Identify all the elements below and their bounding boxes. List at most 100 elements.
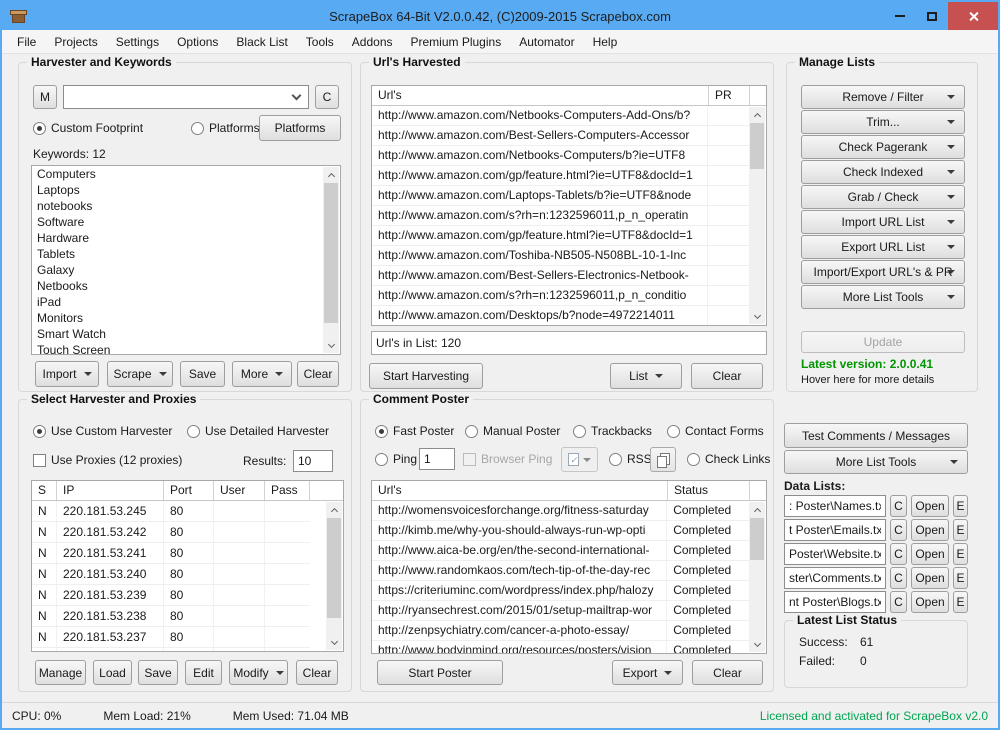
m-button[interactable]: M (33, 85, 57, 109)
platforms-radio[interactable]: Platforms (191, 121, 260, 135)
fast-poster-radio[interactable]: Fast Poster (375, 424, 454, 438)
menu-item[interactable]: Automator (510, 32, 583, 52)
open-button[interactable]: Open (911, 495, 949, 517)
export-button[interactable]: Export (612, 660, 683, 685)
url-row[interactable]: http://www.amazon.com/Netbooks-Computers… (372, 146, 749, 166)
c-button[interactable]: C (890, 567, 907, 589)
e-button[interactable]: E (953, 567, 968, 589)
user-column-header[interactable]: User (214, 481, 265, 500)
more-keywords-button[interactable]: More (232, 361, 292, 387)
footprint-input[interactable] (64, 90, 293, 104)
scroll-down-icon[interactable] (749, 637, 765, 652)
e-button[interactable]: E (953, 543, 968, 565)
poster-row[interactable]: http://womensvoicesforchange.org/fitness… (372, 501, 749, 521)
rss-radio[interactable]: RSS (609, 452, 652, 466)
clear-proxies-button[interactable]: Clear (296, 660, 338, 685)
c-button[interactable]: C (315, 85, 339, 109)
footprint-combobox[interactable] (63, 85, 309, 109)
menu-item[interactable]: Projects (45, 32, 106, 52)
poster-row[interactable]: http://kimb.me/why-you-should-always-run… (372, 521, 749, 541)
radio-icon[interactable] (191, 122, 204, 135)
keyword-item[interactable]: Galaxy (32, 262, 323, 278)
radio-icon[interactable] (33, 425, 46, 438)
data-list-path-input[interactable] (784, 567, 886, 589)
custom-harvester-radio[interactable]: Use Custom Harvester (33, 424, 172, 438)
poster-row[interactable]: http://zenpsychiatry.com/cancer-a-photo-… (372, 621, 749, 641)
urls-column-header[interactable]: Url's (372, 86, 709, 105)
menu-item[interactable]: File (8, 32, 45, 52)
clear-keywords-button[interactable]: Clear (297, 361, 339, 387)
url-row[interactable]: http://www.amazon.com/s?rh=n:1232596011,… (372, 206, 749, 226)
proxy-row[interactable]: N 220.181.53.245 80 (32, 501, 326, 522)
browser-ping-options-button[interactable] (561, 447, 598, 472)
detailed-harvester-radio[interactable]: Use Detailed Harvester (187, 424, 329, 438)
status-column-header[interactable]: Status (668, 481, 750, 500)
save-proxies-button[interactable]: Save (138, 660, 178, 685)
radio-icon[interactable] (187, 425, 200, 438)
manage-lists-button[interactable]: Trim... (801, 110, 965, 134)
list-button[interactable]: List (610, 363, 682, 389)
keyword-item[interactable]: Laptops (32, 182, 323, 198)
keyword-item[interactable]: Touch Screen (32, 342, 323, 354)
keywords-scrollbar[interactable] (323, 167, 339, 353)
proxy-row[interactable]: N 220.181.53.236 80 (32, 648, 326, 652)
menu-item[interactable]: Addons (343, 32, 402, 52)
e-button[interactable]: E (953, 591, 968, 613)
manage-lists-button[interactable]: Import URL List (801, 210, 965, 234)
proxy-row[interactable]: N 220.181.53.240 80 (32, 564, 326, 585)
proxy-row[interactable]: N 220.181.53.238 80 (32, 606, 326, 627)
more-list-tools-button[interactable]: More List Tools (784, 450, 968, 474)
use-proxies-checkbox[interactable]: Use Proxies (12 proxies) (33, 453, 182, 467)
scroll-thumb[interactable] (324, 183, 338, 323)
keywords-listbox[interactable]: ComputersLaptopsnotebooksSoftwareHardwar… (31, 165, 341, 355)
manual-poster-radio[interactable]: Manual Poster (465, 424, 560, 438)
clear-poster-button[interactable]: Clear (692, 660, 763, 685)
manage-lists-button[interactable]: Remove / Filter (801, 85, 965, 109)
urls-column-header[interactable]: Url's (372, 481, 668, 500)
c-button[interactable]: C (890, 495, 907, 517)
proxies-scrollbar[interactable] (326, 502, 342, 650)
radio-icon[interactable] (375, 453, 388, 466)
radio-icon[interactable] (465, 425, 478, 438)
url-row[interactable]: http://www.amazon.com/Laptops-Tablets/b?… (372, 186, 749, 206)
scroll-down-icon[interactable] (749, 309, 765, 324)
keyword-item[interactable]: Monitors (32, 310, 323, 326)
scroll-thumb[interactable] (327, 518, 341, 618)
menu-item[interactable]: Premium Plugins (402, 32, 511, 52)
keyword-item[interactable]: Software (32, 214, 323, 230)
minimize-button[interactable] (884, 2, 916, 30)
load-proxies-button[interactable]: Load (93, 660, 132, 685)
manage-lists-button[interactable]: Export URL List (801, 235, 965, 259)
contact-forms-radio[interactable]: Contact Forms (667, 424, 764, 438)
scroll-down-icon[interactable] (323, 338, 339, 353)
pr-column-header[interactable]: PR (709, 86, 750, 105)
url-row[interactable]: http://www.amazon.com/gp/feature.html?ie… (372, 226, 749, 246)
radio-icon[interactable] (375, 425, 388, 438)
keyword-item[interactable]: Netbooks (32, 278, 323, 294)
manage-proxies-button[interactable]: Manage (35, 660, 86, 685)
keyword-item[interactable]: Hardware (32, 230, 323, 246)
menu-item[interactable]: Help (584, 32, 627, 52)
open-button[interactable]: Open (911, 543, 949, 565)
data-list-path-input[interactable] (784, 519, 886, 541)
s-column-header[interactable]: S (32, 481, 57, 500)
data-list-path-input[interactable] (784, 543, 886, 565)
proxy-row[interactable]: N 220.181.53.239 80 (32, 585, 326, 606)
url-row[interactable]: http://www.amazon.com/s?rh=n:1232596011,… (372, 286, 749, 306)
ping-radio[interactable]: Ping (375, 452, 417, 466)
clear-urls-button[interactable]: Clear (691, 363, 763, 389)
scroll-thumb[interactable] (750, 123, 764, 169)
keyword-item[interactable]: iPad (32, 294, 323, 310)
results-input[interactable] (293, 450, 333, 472)
start-harvesting-button[interactable]: Start Harvesting (369, 363, 483, 389)
e-button[interactable]: E (953, 519, 968, 541)
data-list-path-input[interactable] (784, 495, 886, 517)
open-button[interactable]: Open (911, 567, 949, 589)
poster-row[interactable]: https://criteriuminc.com/wordpress/index… (372, 581, 749, 601)
copy-urls-button[interactable] (650, 447, 676, 472)
menu-item[interactable]: Black List (227, 32, 296, 52)
radio-icon[interactable] (667, 425, 680, 438)
manage-lists-button[interactable]: Grab / Check (801, 185, 965, 209)
menu-item[interactable]: Tools (297, 32, 343, 52)
manage-lists-button[interactable]: Check Pagerank (801, 135, 965, 159)
